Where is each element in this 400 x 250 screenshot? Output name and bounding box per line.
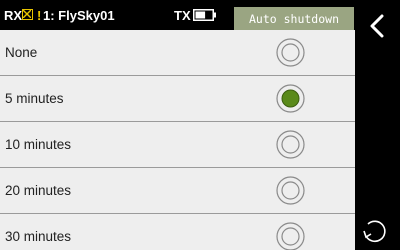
option-row[interactable]: 10 minutes [0,122,355,168]
rx-no-signal-icon [22,9,33,20]
tx-label: TX [174,8,191,23]
battery-icon [193,9,217,21]
option-row[interactable]: 20 minutes [0,168,355,214]
radio-icon[interactable] [276,176,305,205]
page-title: Auto shutdown [234,7,354,30]
option-row[interactable]: None [0,30,355,76]
status-bar: RX ! 1: FlySky01 TX Auto shutdown [0,0,355,30]
screen: RX ! 1: FlySky01 TX Auto shutdown None 5 … [0,0,400,250]
rx-label: RX [4,8,23,23]
option-list: None 5 minutes 10 minutes 20 minutes 30 minu… [0,30,355,250]
rotate-icon [363,220,386,243]
rx-warning-icon: ! [37,8,42,23]
radio-icon[interactable] [276,130,305,159]
option-label: 30 minutes [5,229,72,244]
radio-icon[interactable] [276,222,305,250]
option-label: 10 minutes [5,137,72,152]
model-name: 1: FlySky01 [43,8,115,23]
radio-selected-icon[interactable] [276,84,305,113]
option-row[interactable]: 5 minutes [0,76,355,122]
right-rail [355,0,400,250]
reset-button[interactable] [355,200,400,250]
radio-icon[interactable] [276,38,305,67]
option-label: 5 minutes [5,91,64,106]
chevron-left-icon [370,14,384,38]
option-label: 20 minutes [5,183,72,198]
option-label: None [5,45,38,60]
page-title-text: Auto shutdown [248,12,339,26]
option-row[interactable]: 30 minutes [0,214,355,250]
back-button[interactable] [355,0,400,50]
